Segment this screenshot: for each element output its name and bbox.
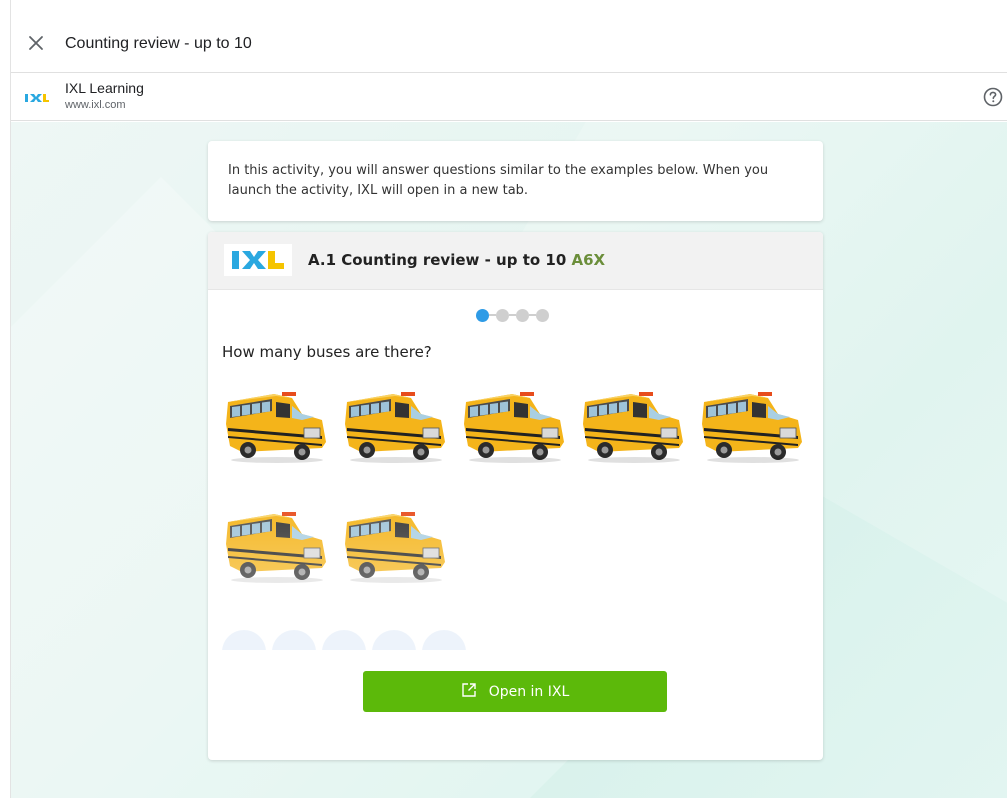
- skill-name: A.1 Counting review - up to 10: [308, 251, 567, 269]
- skill-title: A.1 Counting review - up to 10 A6X: [308, 251, 605, 269]
- skill-code: A6X: [571, 251, 606, 269]
- source-bar: IXL Learning www.ixl.com: [11, 73, 1007, 121]
- skill-preview-card: A.1 Counting review - up to 10 A6X How m…: [208, 232, 823, 760]
- dot-connector: [509, 314, 516, 316]
- activity-stage: In this activity, you will answer questi…: [11, 122, 1007, 798]
- source-name: IXL Learning: [65, 80, 144, 96]
- school-bus-icon: [344, 511, 446, 584]
- external-link-icon: [461, 682, 477, 702]
- open-in-ixl-label: Open in IXL: [488, 683, 570, 700]
- carousel-dot[interactable]: [536, 308, 549, 322]
- school-bus-icon: [463, 391, 565, 464]
- dot-connector: [529, 314, 536, 316]
- answer-bubble: [422, 630, 466, 650]
- school-bus-icon: [225, 391, 327, 464]
- school-bus-icon: [225, 511, 327, 584]
- intro-card: In this activity, you will answer questi…: [208, 141, 823, 221]
- title-bar: Counting review - up to 10: [11, 0, 1007, 73]
- carousel-dot[interactable]: [516, 308, 529, 322]
- source-url: www.ixl.com: [65, 99, 126, 111]
- close-icon[interactable]: [27, 34, 45, 52]
- school-bus-icon: [344, 391, 446, 464]
- app-frame: Counting review - up to 10 IXL Learning …: [10, 0, 1007, 798]
- help-icon[interactable]: [983, 87, 1003, 107]
- school-bus-icon: [582, 391, 684, 464]
- question-text: How many buses are there?: [222, 343, 432, 361]
- skill-header: A.1 Counting review - up to 10 A6X: [208, 232, 823, 290]
- ixl-logo-badge: [224, 244, 292, 276]
- page-title: Counting review - up to 10: [65, 35, 252, 52]
- school-bus-icon: [701, 391, 803, 464]
- open-in-ixl-button[interactable]: Open in IXL: [363, 671, 667, 712]
- answer-bubble: [322, 630, 366, 650]
- answer-choices-preview: [222, 630, 492, 650]
- carousel-dots: [476, 307, 556, 323]
- ixl-logo-icon: [25, 91, 49, 103]
- carousel-dot[interactable]: [476, 308, 489, 322]
- dot-connector: [489, 314, 496, 316]
- answer-bubble: [272, 630, 316, 650]
- answer-bubble: [372, 630, 416, 650]
- intro-text: In this activity, you will answer questi…: [228, 163, 769, 198]
- answer-bubble: [222, 630, 266, 650]
- carousel-dot[interactable]: [496, 308, 509, 322]
